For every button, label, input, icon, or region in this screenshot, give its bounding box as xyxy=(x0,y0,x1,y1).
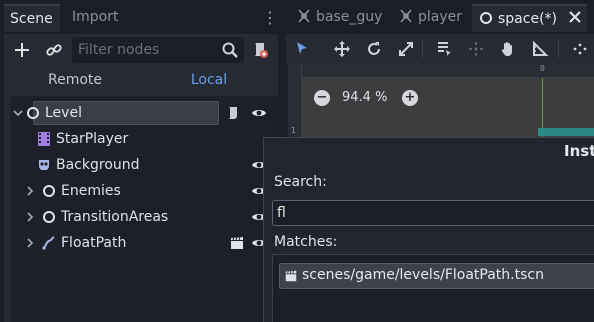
chevron-down-icon[interactable] xyxy=(12,106,24,120)
visibility-eye-icon[interactable] xyxy=(251,106,267,120)
tab-base-guy[interactable]: base_guy xyxy=(296,4,382,32)
tree-row-floatpath[interactable]: FloatPath xyxy=(10,230,278,256)
close-icon[interactable] xyxy=(569,6,582,32)
search-box xyxy=(272,200,594,226)
path-curve-icon xyxy=(41,235,57,251)
instance-child-dialog: Inst Search: Matches: scenes/game/levels… xyxy=(263,137,594,322)
ruler-side-label: 1 xyxy=(291,126,297,135)
pan-hand-icon[interactable] xyxy=(498,39,518,59)
zoom-level[interactable]: 94.4 % xyxy=(342,90,387,106)
tree-label-enemies: Enemies xyxy=(61,183,121,199)
tree-row-transitionareas[interactable]: TransitionAreas xyxy=(10,204,278,230)
tree-label-level: Level xyxy=(45,105,82,121)
matches-list: scenes/game/levels/FloatPath.tscn xyxy=(272,254,594,322)
scale-icon[interactable] xyxy=(396,39,416,59)
zoom-in-icon[interactable]: + xyxy=(402,90,418,106)
toolbar-divider xyxy=(422,40,423,58)
filter-nodes-input[interactable] xyxy=(78,40,214,60)
add-node-icon[interactable] xyxy=(12,40,32,60)
list-select-icon[interactable] xyxy=(434,39,454,59)
ruler-zero-label: 0 xyxy=(540,64,545,73)
dock-tab-bar: Scene Import ⋮ xyxy=(0,0,282,34)
match-item[interactable]: scenes/game/levels/FloatPath.tscn xyxy=(279,263,594,289)
filter-nodes-box xyxy=(72,37,244,63)
scene-tree: Level StarPlayer Background Enemies Tran… xyxy=(10,96,278,322)
tab-label: space(*) xyxy=(498,11,557,27)
scene-toolbar xyxy=(4,34,278,66)
clapperboard-icon[interactable] xyxy=(229,235,245,251)
ruler-icon[interactable] xyxy=(530,39,550,59)
tab-label: player xyxy=(418,9,463,25)
clapperboard-icon xyxy=(284,269,298,283)
dialog-title: Inst xyxy=(564,142,594,160)
scene-dock-body: Remote Local Level xyxy=(4,34,278,322)
tab-scene[interactable]: Scene xyxy=(4,4,60,32)
horizontal-ruler: 0 xyxy=(288,64,594,78)
node-circle-icon xyxy=(478,9,494,25)
node-circle-icon xyxy=(25,105,41,121)
tree-label-background: Background xyxy=(56,157,140,173)
tree-row-level[interactable]: Level xyxy=(10,100,278,126)
toolbar-divider xyxy=(558,40,559,58)
scene-tab-bar: base_guy player space(*) xyxy=(282,0,594,34)
search-label: Search: xyxy=(274,174,327,190)
move-icon[interactable] xyxy=(332,39,352,59)
pivot-icon[interactable] xyxy=(466,39,486,59)
tree-label-starplayer: StarPlayer xyxy=(56,131,129,147)
tree-label-floatpath: FloatPath xyxy=(61,235,127,251)
rotate-icon[interactable] xyxy=(364,39,384,59)
tree-row-enemies[interactable]: Enemies xyxy=(10,178,278,204)
remote-local-switch: Remote Local xyxy=(4,67,278,93)
editor-toolbar xyxy=(286,34,594,64)
matches-label: Matches: xyxy=(274,234,338,250)
remote-button[interactable]: Remote xyxy=(20,69,130,91)
tab-import[interactable]: Import xyxy=(66,4,136,32)
script-icon[interactable] xyxy=(225,105,241,121)
chevron-right-icon[interactable] xyxy=(24,184,36,198)
tab-space[interactable]: space(*) xyxy=(472,4,588,32)
node-circle-icon xyxy=(41,183,57,199)
search-icon[interactable] xyxy=(220,40,240,60)
tab-player[interactable]: player xyxy=(398,4,462,32)
match-path: scenes/game/levels/FloatPath.tscn xyxy=(302,267,544,283)
search-input[interactable] xyxy=(277,203,577,223)
tree-row-starplayer[interactable]: StarPlayer xyxy=(10,126,278,152)
selected-node-outline xyxy=(538,128,594,136)
attach-script-icon[interactable] xyxy=(250,40,270,60)
tree-row-background[interactable]: Background xyxy=(10,152,278,178)
scene-tree-icon xyxy=(398,7,414,23)
scene-dock: Scene Import ⋮ Remote Local xyxy=(0,0,282,322)
snap-icon[interactable] xyxy=(570,39,590,59)
node-circle-icon xyxy=(41,209,57,225)
chevron-right-icon[interactable] xyxy=(24,236,36,250)
kebab-menu-icon[interactable]: ⋮ xyxy=(262,8,278,28)
tab-label: base_guy xyxy=(316,9,383,25)
tree-label-transitionareas: TransitionAreas xyxy=(61,209,169,225)
chevron-right-icon[interactable] xyxy=(24,210,36,224)
select-arrow-icon[interactable] xyxy=(292,39,312,59)
skull-sprite-icon xyxy=(36,157,52,173)
zoom-out-icon[interactable]: − xyxy=(314,90,330,106)
film-strip-icon xyxy=(36,131,52,147)
scene-tree-icon xyxy=(296,7,312,23)
local-button[interactable]: Local xyxy=(154,69,264,91)
link-instance-icon[interactable] xyxy=(44,40,64,60)
